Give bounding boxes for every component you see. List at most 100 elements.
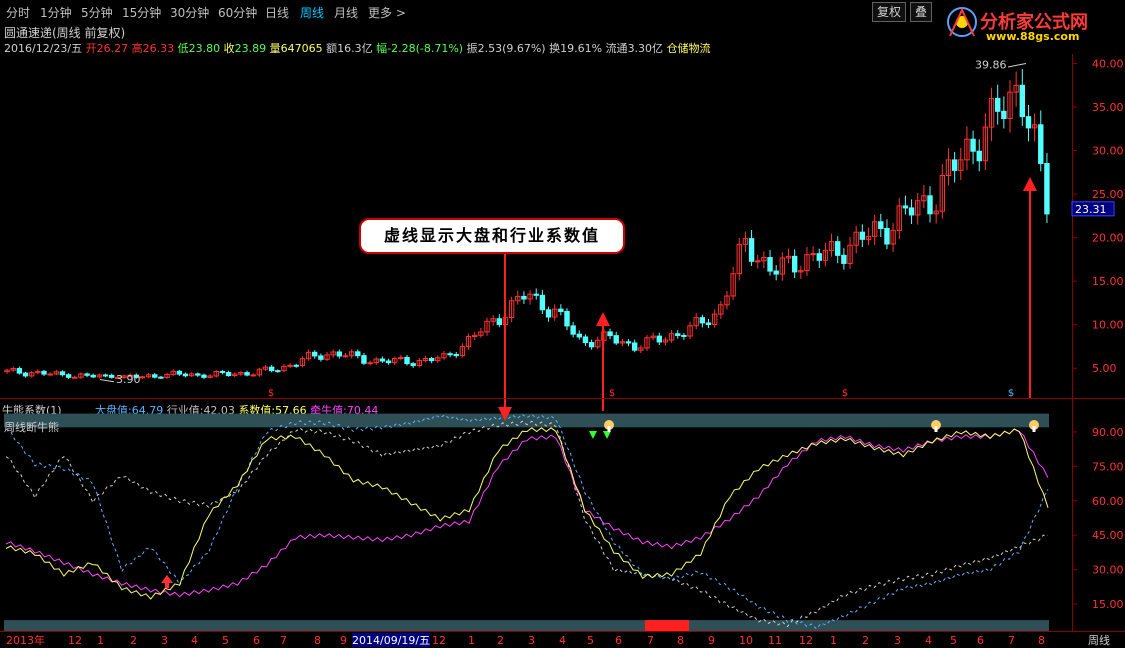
candle [28, 370, 35, 378]
candle [225, 370, 232, 377]
candle [4, 368, 10, 374]
candle [305, 349, 312, 361]
candle [459, 343, 466, 358]
candle [564, 308, 570, 331]
candle [958, 147, 964, 180]
candle [693, 313, 699, 330]
candle [527, 290, 533, 305]
overlay-button[interactable]: 叠 [910, 2, 933, 22]
time-tick-label: 3 [161, 634, 168, 647]
candle [422, 355, 429, 363]
time-tick-label: 2 [130, 634, 137, 647]
candle [158, 376, 164, 380]
candle [170, 369, 176, 376]
candle [742, 231, 749, 253]
candle [582, 334, 589, 346]
candle [675, 330, 681, 339]
period-tab-0[interactable]: 分时 [6, 4, 30, 21]
candle [539, 289, 546, 314]
time-tick-label: 8 [314, 634, 321, 647]
candle [244, 370, 250, 377]
time-tick-label: 1 [468, 634, 475, 647]
time-tick-label: 8 [1038, 634, 1045, 647]
candle [53, 369, 59, 376]
indicator-chart[interactable]: 90.00 75.00 60.00 45.00 30.00 15.00 [0, 399, 1125, 631]
period-tab-7[interactable]: 周线 [300, 4, 324, 21]
candle [410, 362, 416, 368]
period-tab-8[interactable]: 月线 [334, 4, 358, 21]
period-tab-1[interactable]: 1分钟 [40, 4, 72, 21]
min-pointer [99, 379, 115, 383]
candle [988, 87, 995, 142]
candle [1038, 110, 1044, 172]
candle [730, 266, 736, 300]
period-tab-2[interactable]: 5分钟 [81, 4, 113, 21]
candle [256, 367, 263, 377]
candle [613, 331, 619, 346]
candle [96, 373, 103, 379]
candle [638, 345, 644, 354]
candle [404, 354, 410, 366]
candle [779, 252, 786, 281]
candle [392, 356, 398, 366]
min-price-label: 3.90 [116, 373, 141, 386]
candle [152, 373, 158, 379]
candle [798, 265, 804, 279]
candle [595, 336, 601, 350]
current-price-label: 23.31 [1075, 203, 1107, 216]
price-tick-label: 10.00 [1092, 319, 1124, 332]
candle [78, 372, 84, 379]
mushroom-stem [1032, 426, 1036, 432]
candle [176, 369, 183, 376]
sell-arrow-head [1023, 177, 1037, 191]
mushroom-stem [607, 426, 611, 432]
time-tick-label: 11 [768, 634, 782, 647]
time-tick-label: 9 [708, 634, 715, 647]
candle [865, 227, 872, 246]
candle [915, 193, 921, 225]
candle [182, 372, 189, 378]
candle [644, 335, 650, 352]
indicator-tick-label: 30.00 [1092, 564, 1124, 577]
candle [281, 364, 287, 373]
candle [90, 373, 96, 379]
period-tab-4[interactable]: 30分钟 [170, 4, 209, 21]
candle [521, 291, 527, 304]
restore-rights-button[interactable]: 复权 [872, 2, 907, 22]
candle [207, 374, 213, 379]
candle [1025, 104, 1032, 142]
candle [736, 238, 742, 281]
upper-band [4, 413, 1049, 428]
candle [139, 375, 146, 380]
time-tick-label: 1 [97, 634, 104, 647]
candle [515, 290, 521, 305]
time-tick-label: 5 [587, 634, 594, 647]
candle [201, 373, 207, 379]
candle [687, 321, 693, 340]
candle [472, 332, 478, 340]
candle [619, 338, 626, 347]
candle [588, 339, 595, 350]
period-tab-9[interactable]: 更多 > [368, 4, 406, 21]
period-tab-5[interactable]: 60分钟 [218, 4, 257, 21]
period-tab-3[interactable]: 15分钟 [122, 4, 161, 21]
buy-signal-icon [161, 575, 173, 583]
signal-mark: $ [268, 388, 274, 398]
candle [791, 249, 798, 279]
candle [59, 370, 66, 377]
period-tab-6[interactable]: 日线 [265, 4, 289, 21]
candle [970, 130, 976, 165]
buy-signal-stem [165, 583, 169, 588]
candle [47, 372, 53, 376]
candle [195, 372, 201, 377]
candle [890, 223, 896, 252]
time-tick-label: 3 [894, 634, 901, 647]
candle [336, 349, 343, 359]
candle [902, 195, 909, 215]
time-tick-label: 12 [799, 634, 813, 647]
candle [607, 328, 613, 340]
candle [761, 251, 767, 269]
time-tick-label: 6 [977, 634, 984, 647]
time-tick-label: 12 [68, 634, 82, 647]
candle [767, 249, 773, 276]
